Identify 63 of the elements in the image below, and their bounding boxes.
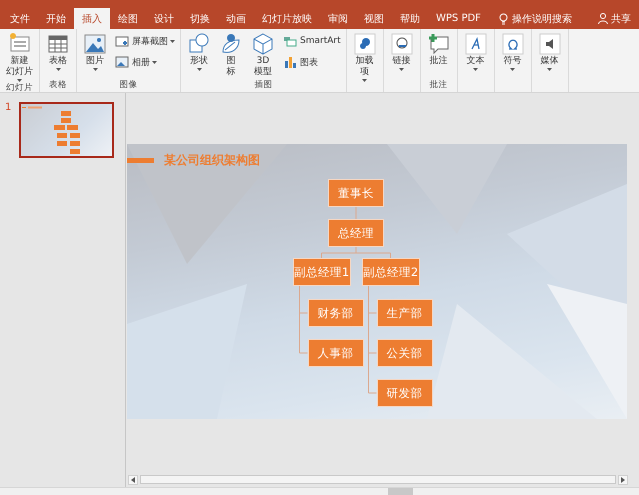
ribbon-button[interactable]: 相册 <box>112 53 177 71</box>
ribbon-button[interactable]: 符号 <box>498 31 528 72</box>
omega-icon <box>500 32 525 56</box>
speaker-icon <box>538 32 562 56</box>
comment-icon <box>426 32 451 56</box>
ribbon-tab[interactable]: 幻灯片放映 <box>254 8 320 29</box>
org-chart-node: 总经理 <box>328 219 384 247</box>
org-chart-node: 副总经理2 <box>362 258 420 286</box>
group-label: 批注 <box>428 80 449 91</box>
group-label: 幻灯片 <box>5 83 34 94</box>
ribbon-tab[interactable]: 切换 <box>182 8 218 29</box>
slide-title: 某公司组织架构图 <box>164 152 260 169</box>
ribbon-tab[interactable]: 帮助 <box>392 8 428 29</box>
bar-chart-icon <box>282 54 298 70</box>
ribbon-button[interactable]: 加载 项 <box>350 31 380 83</box>
org-chart-node: 财务部 <box>308 299 364 327</box>
ribbon-tab[interactable]: 绘图 <box>110 8 146 29</box>
ribbon-tab[interactable]: 文件 <box>2 8 38 29</box>
picture-icon <box>83 32 107 56</box>
ribbon-tab[interactable]: 视图 <box>356 8 392 29</box>
group-label: 表格 <box>48 80 68 91</box>
slide-number: 1 <box>5 102 12 113</box>
org-chart-node: 公关部 <box>376 339 432 367</box>
cube-icon <box>251 32 275 56</box>
ribbon-button[interactable]: 图表 <box>280 53 343 71</box>
ribbon-button[interactable]: 图 标 <box>216 31 246 79</box>
ribbon-tab[interactable]: 设计 <box>146 8 182 29</box>
org-chart-node: 副总经理1 <box>292 258 350 286</box>
ribbon-button[interactable]: 表格 <box>43 31 73 72</box>
person-icon <box>598 13 608 24</box>
org-chart-node: 人事部 <box>308 339 364 367</box>
left-arrow-icon <box>131 476 135 482</box>
ribbon-tab[interactable]: WPS PDF <box>428 8 489 29</box>
ribbon-button[interactable]: 链接 <box>386 31 417 72</box>
ribbon-tab[interactable]: 插入 <box>74 8 110 29</box>
org-chart-node: 生产部 <box>376 299 432 327</box>
ribbon-button[interactable]: 形状 <box>184 31 214 72</box>
scroll-left-button[interactable] <box>128 474 138 484</box>
ribbon-button[interactable]: 图片 <box>80 31 110 72</box>
slide-thumbnail[interactable] <box>19 102 114 158</box>
photo-album-icon <box>114 54 130 70</box>
lightbulb-icon <box>498 12 508 24</box>
ribbon-button[interactable]: 3D 模型 <box>248 31 278 79</box>
ribbon-button[interactable]: SmartArt <box>280 32 343 50</box>
org-chart-node: 董事长 <box>328 179 384 207</box>
org-chart-node: 研发部 <box>376 379 432 407</box>
text-icon <box>464 32 488 56</box>
group-label: 图像 <box>118 80 138 91</box>
ribbon-tab[interactable]: 动画 <box>218 8 254 29</box>
ribbon-button[interactable]: 文本 <box>460 31 491 72</box>
ribbon-button[interactable]: 批注 <box>424 31 454 68</box>
scroll-right-button[interactable] <box>618 474 628 484</box>
ribbon-button[interactable]: 媒体 <box>534 31 565 72</box>
horizontal-scrollbar[interactable] <box>140 475 616 484</box>
ribbon-tab[interactable]: 开始 <box>38 8 74 29</box>
ribbon-button[interactable]: 新建 幻灯片 <box>3 31 36 83</box>
ribbon-tab[interactable]: 审阅 <box>320 8 356 29</box>
group-label: 插图 <box>253 80 274 91</box>
ribbon-button[interactable]: 屏幕截图 <box>112 32 177 50</box>
title-accent-bar <box>127 158 154 163</box>
tell-me-search[interactable]: 操作说明搜索 <box>512 12 572 26</box>
share-button[interactable]: 共享 <box>611 12 631 26</box>
right-arrow-icon <box>621 476 625 482</box>
